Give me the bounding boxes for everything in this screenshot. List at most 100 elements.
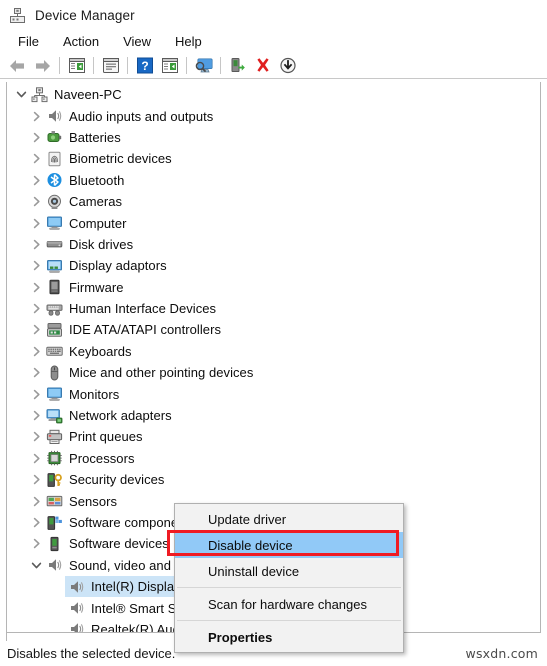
chevron-right-icon[interactable] — [28, 106, 45, 127]
camera-icon — [45, 192, 64, 211]
ctx-update-driver[interactable]: Update driver — [175, 506, 403, 532]
tree-item-label: Software devices — [69, 536, 169, 552]
tree-item[interactable]: Print queues — [7, 426, 540, 447]
chevron-right-icon[interactable] — [28, 362, 45, 383]
chevron-down-icon[interactable] — [13, 84, 30, 105]
menu-action[interactable]: Action — [54, 32, 110, 51]
tree-item-label: Firmware — [69, 279, 124, 295]
enable-device-icon[interactable] — [225, 54, 250, 78]
tree-item-label: Batteries — [69, 129, 121, 145]
back-arrow-icon[interactable] — [5, 54, 30, 78]
tree-item-label: Mice and other pointing devices — [69, 365, 254, 381]
tree-item[interactable]: Display adaptors — [7, 255, 540, 276]
processor-icon — [45, 449, 64, 468]
hid-icon — [45, 299, 64, 318]
toolbar-separator — [59, 57, 60, 74]
tree-item-label: Biometric devices — [69, 151, 172, 167]
tree-item[interactable]: Network adapters — [7, 405, 540, 426]
tree-item[interactable]: Keyboards — [7, 341, 540, 362]
chevron-right-icon[interactable] — [28, 319, 45, 340]
chevron-right-icon[interactable] — [28, 191, 45, 212]
tree-item[interactable]: Mice and other pointing devices — [7, 362, 540, 383]
tree-item[interactable]: Security devices — [7, 469, 540, 490]
bluetooth-icon — [45, 171, 64, 190]
chevron-right-icon[interactable] — [28, 512, 45, 533]
window-title: Device Manager — [35, 7, 135, 23]
toolbar: ? — [0, 53, 547, 79]
chevron-right-icon[interactable] — [28, 533, 45, 554]
chevron-right-icon[interactable] — [28, 234, 45, 255]
menu-file[interactable]: File — [9, 32, 50, 51]
chevron-right-icon[interactable] — [28, 298, 45, 319]
ctx-uninstall-device[interactable]: Uninstall device — [175, 558, 403, 584]
tree-item-label: Audio inputs and outputs — [69, 108, 214, 124]
chevron-right-icon[interactable] — [28, 469, 45, 490]
ctx-scan-hardware-changes[interactable]: Scan for hardware changes — [175, 591, 403, 617]
tree-item[interactable]: Bluetooth — [7, 170, 540, 191]
speaker-icon — [45, 107, 64, 126]
watermark: wsxdn.com — [465, 646, 538, 661]
ctx-disable-device[interactable]: Disable device — [175, 532, 403, 558]
chevron-right-icon[interactable] — [28, 491, 45, 512]
status-divider — [6, 633, 7, 641]
properties-icon[interactable] — [98, 54, 123, 78]
tree-item-label: Security devices — [69, 472, 165, 488]
tree-item-label: Computer — [69, 215, 127, 231]
monitor-icon — [45, 385, 64, 404]
firmware-icon — [45, 278, 64, 297]
title-bar: Device Manager — [0, 0, 547, 30]
tree-item[interactable]: Firmware — [7, 277, 540, 298]
tree-item[interactable]: IDE ATA/ATAPI controllers — [7, 319, 540, 340]
tree-item[interactable]: Disk drives — [7, 234, 540, 255]
context-menu[interactable]: Update driver Disable device Uninstall dev… — [167, 503, 404, 653]
context-menu-separator — [177, 620, 401, 621]
chevron-right-icon[interactable] — [28, 426, 45, 447]
scan-hardware-changes-icon[interactable] — [191, 54, 216, 78]
tree-item-label: Cameras — [69, 194, 123, 210]
update-driver-icon[interactable] — [157, 54, 182, 78]
chevron-right-icon[interactable] — [28, 341, 45, 362]
tree-item-label: Sensors — [69, 493, 118, 509]
tree-item[interactable]: Cameras — [7, 191, 540, 212]
forward-arrow-icon[interactable] — [30, 54, 55, 78]
chevron-right-icon[interactable] — [28, 384, 45, 405]
tree-item[interactable]: Naveen-PC — [7, 84, 540, 105]
tree-item-label: Disk drives — [69, 236, 134, 252]
tree-item[interactable]: Computer — [7, 212, 540, 233]
tree-item[interactable]: Audio inputs and outputs — [7, 105, 540, 126]
computer-icon — [45, 214, 64, 233]
chevron-right-icon[interactable] — [28, 255, 45, 276]
tree-item[interactable]: Human Interface Devices — [7, 298, 540, 319]
show-hide-console-tree-icon[interactable] — [64, 54, 89, 78]
download-circle-icon[interactable] — [275, 54, 300, 78]
chevron-right-icon[interactable] — [28, 448, 45, 469]
tree-item[interactable]: Biometric devices — [7, 148, 540, 169]
chevron-right-icon[interactable] — [28, 277, 45, 298]
device-manager-icon — [9, 7, 26, 24]
menu-view[interactable]: View — [114, 32, 162, 51]
tree-item[interactable]: Monitors — [7, 383, 540, 404]
software-component-icon — [45, 513, 64, 532]
chevron-right-icon[interactable] — [28, 148, 45, 169]
menu-help[interactable]: Help — [166, 32, 213, 51]
tree-item-label: Monitors — [69, 386, 120, 402]
chevron-right-icon[interactable] — [28, 170, 45, 191]
ctx-properties[interactable]: Properties — [175, 624, 403, 650]
help-icon[interactable]: ? — [132, 54, 157, 78]
context-menu-separator — [177, 587, 401, 588]
tree-item-label: Network adapters — [69, 408, 172, 424]
toolbar-separator — [127, 57, 128, 74]
tree-item-label: Print queues — [69, 429, 143, 445]
chevron-right-icon[interactable] — [28, 213, 45, 234]
speaker-icon — [45, 556, 64, 575]
tree-item[interactable]: Batteries — [7, 127, 540, 148]
uninstall-device-icon[interactable] — [250, 54, 275, 78]
chevron-right-icon[interactable] — [28, 405, 45, 426]
tree-item[interactable]: Processors — [7, 448, 540, 469]
tree-item-label: Processors — [69, 450, 135, 466]
chevron-down-icon[interactable] — [28, 555, 45, 576]
toolbar-separator — [186, 57, 187, 74]
chevron-right-icon[interactable] — [28, 127, 45, 148]
tree-item-label: Naveen-PC — [54, 87, 122, 103]
software-device-icon — [45, 534, 64, 553]
